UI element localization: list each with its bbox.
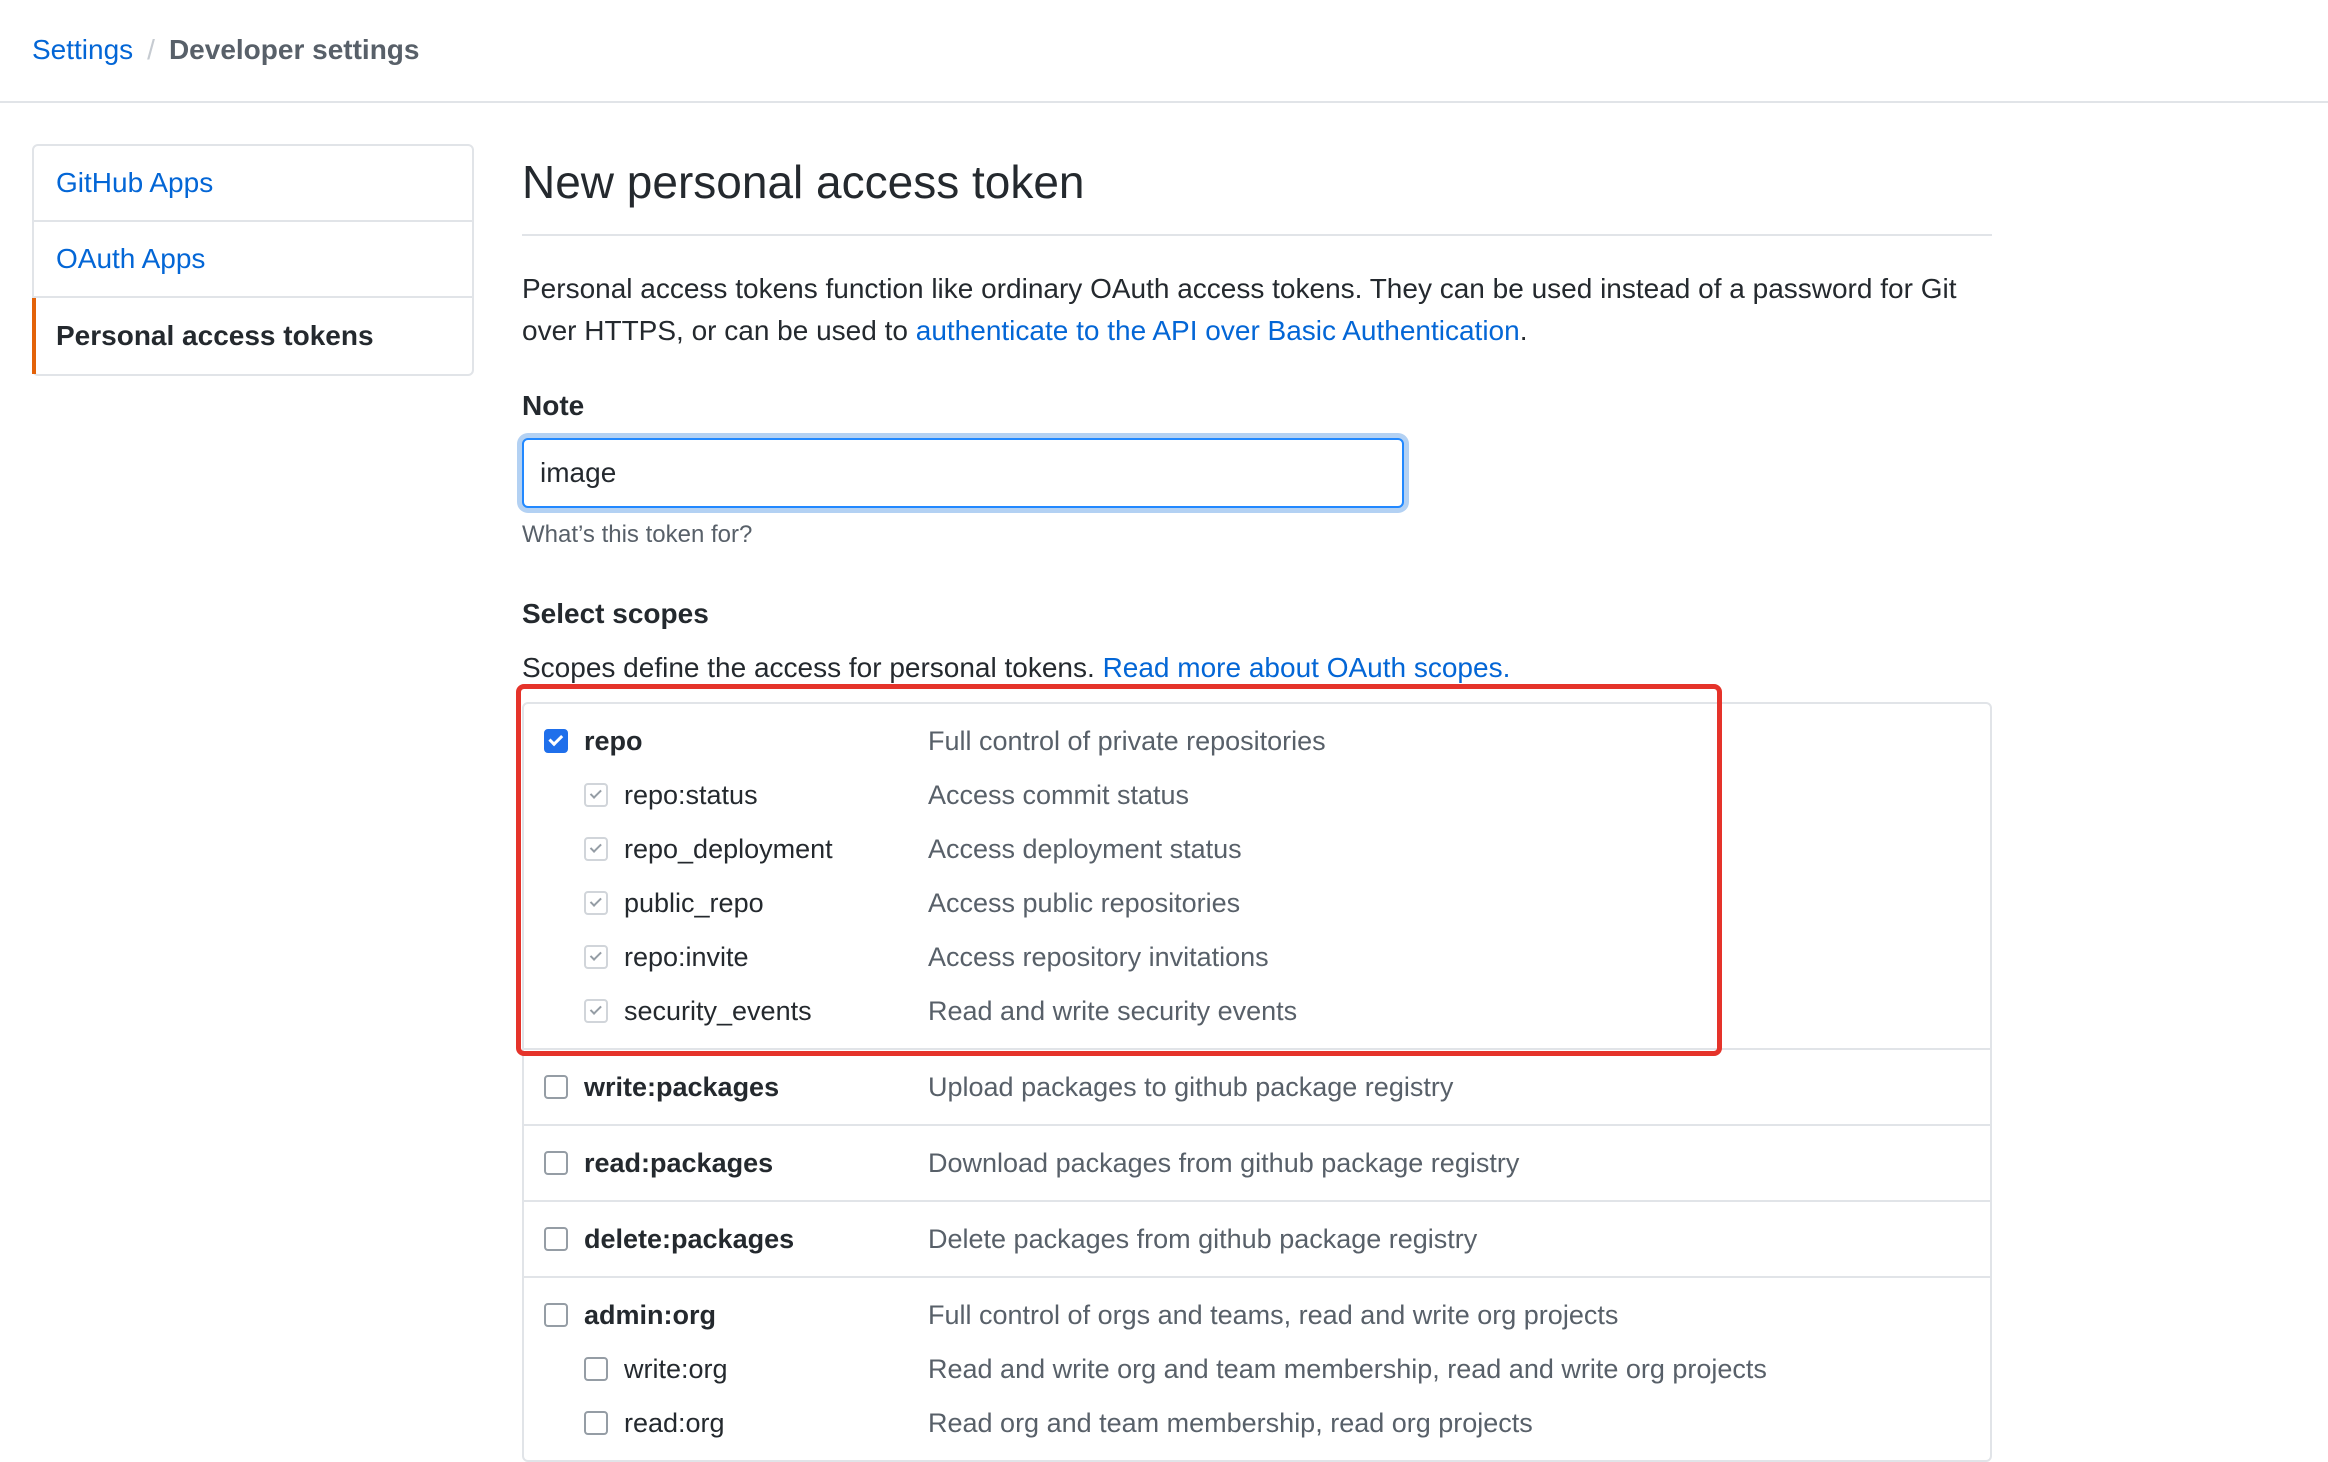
scope-row: security_events Read and write security …: [524, 984, 1990, 1038]
scope-name: public_repo: [624, 887, 764, 918]
note-hint: What’s this token for?: [522, 521, 753, 548]
scope-row: repo Full control of private repositorie…: [524, 714, 1990, 768]
sidebar-item-github-apps[interactable]: GitHub Apps: [34, 146, 472, 222]
scope-checkbox-security-events[interactable]: [584, 999, 608, 1023]
scope-group-delete-packages: delete:packages Delete packages from git…: [524, 1202, 1990, 1278]
scope-row: admin:org Full control of orgs and teams…: [524, 1288, 1990, 1342]
scope-name: delete:packages: [584, 1223, 795, 1254]
scope-row: public_repo Access public repositories: [524, 876, 1990, 930]
scope-name: admin:org: [584, 1299, 716, 1330]
scope-description: Access repository invitations: [928, 941, 1269, 972]
sidebar-item-label: Personal access tokens: [56, 320, 374, 351]
scope-row: read:packages Download packages from git…: [524, 1136, 1990, 1190]
scope-checkbox-read-packages[interactable]: [544, 1151, 568, 1175]
scope-name: repo:status: [624, 779, 758, 810]
intro-paragraph: Personal access tokens function like ord…: [522, 268, 1992, 352]
scope-group-write-packages: write:packages Upload packages to github…: [524, 1050, 1990, 1126]
main-content: New personal access token Personal acces…: [522, 140, 1992, 1462]
sidebar-item-personal-access-tokens[interactable]: Personal access tokens: [32, 298, 472, 374]
breadcrumb-bar: Settings / Developer settings: [0, 0, 2328, 103]
sidebar-item-label: GitHub Apps: [56, 167, 214, 198]
scope-row: delete:packages Delete packages from git…: [524, 1212, 1990, 1266]
scope-name: read:packages: [584, 1147, 774, 1178]
scope-description: Download packages from github package re…: [928, 1147, 1520, 1178]
scope-description: Read and write security events: [928, 995, 1298, 1026]
scope-name: read:org: [624, 1407, 725, 1438]
scope-row: repo_deployment Access deployment status: [524, 822, 1990, 876]
scope-row: read:org Read org and team membership, r…: [524, 1396, 1990, 1450]
scope-description: Access deployment status: [928, 833, 1242, 864]
scope-description: Full control of private repositories: [928, 725, 1326, 756]
scope-description: Access public repositories: [928, 887, 1241, 918]
breadcrumb-settings-link[interactable]: Settings: [32, 30, 133, 70]
scope-name: write:org: [624, 1353, 728, 1384]
scope-name: repo_deployment: [624, 833, 833, 864]
scope-name: repo:invite: [624, 941, 749, 972]
scope-description: Full control of orgs and teams, read and…: [928, 1299, 1619, 1330]
scope-checkbox-repo-status[interactable]: [584, 783, 608, 807]
scope-checkbox-read-org[interactable]: [584, 1411, 608, 1435]
sidebar-item-label: OAuth Apps: [56, 243, 206, 274]
scope-description: Upload packages to github package regist…: [928, 1071, 1454, 1102]
note-input[interactable]: [522, 438, 1404, 508]
scope-row: write:packages Upload packages to github…: [524, 1060, 1990, 1114]
scope-group-admin-org: admin:org Full control of orgs and teams…: [524, 1278, 1990, 1460]
oauth-scopes-link[interactable]: Read more about OAuth scopes.: [1103, 652, 1511, 683]
developer-settings-sidebar: GitHub Apps OAuth Apps Personal access t…: [32, 144, 474, 376]
scope-name: repo: [584, 725, 643, 756]
scopes-description: Scopes define the access for personal to…: [522, 648, 1992, 688]
scope-checkbox-write-packages[interactable]: [544, 1075, 568, 1099]
scope-description: Delete packages from github package regi…: [928, 1223, 1478, 1254]
scope-checkbox-repo-deployment[interactable]: [584, 837, 608, 861]
scope-row: write:org Read and write org and team me…: [524, 1342, 1990, 1396]
scope-name: write:packages: [584, 1071, 780, 1102]
scopes-table: repo Full control of private repositorie…: [522, 702, 1992, 1462]
scope-checkbox-delete-packages[interactable]: [544, 1227, 568, 1251]
breadcrumb-separator: /: [147, 34, 155, 65]
intro-end: .: [1519, 315, 1528, 346]
breadcrumb: Settings / Developer settings: [32, 30, 419, 70]
note-label: Note: [522, 390, 585, 421]
scope-checkbox-repo-invite[interactable]: [584, 945, 608, 969]
scope-checkbox-repo[interactable]: [544, 729, 568, 753]
scopes-description-text: Scopes define the access for personal to…: [522, 652, 1103, 683]
scope-row: repo:invite Access repository invitation…: [524, 930, 1990, 984]
sidebar-item-oauth-apps[interactable]: OAuth Apps: [34, 222, 472, 298]
scope-group-repo: repo Full control of private repositorie…: [524, 704, 1990, 1050]
scope-description: Read and write org and team membership, …: [928, 1353, 1767, 1384]
scope-checkbox-admin-org[interactable]: [544, 1303, 568, 1327]
scope-group-read-packages: read:packages Download packages from git…: [524, 1126, 1990, 1202]
scope-description: Access commit status: [928, 779, 1190, 810]
page-title: New personal access token: [522, 140, 1992, 236]
scope-checkbox-write-org[interactable]: [584, 1357, 608, 1381]
scope-description: Read org and team membership, read org p…: [928, 1407, 1533, 1438]
select-scopes-heading: Select scopes: [522, 598, 709, 629]
breadcrumb-current: Developer settings: [168, 34, 420, 65]
scope-row: repo:status Access commit status: [524, 768, 1990, 822]
basic-auth-link[interactable]: authenticate to the API over Basic Authe…: [916, 315, 1520, 346]
scope-name: security_events: [624, 995, 812, 1026]
scope-checkbox-public-repo[interactable]: [584, 891, 608, 915]
